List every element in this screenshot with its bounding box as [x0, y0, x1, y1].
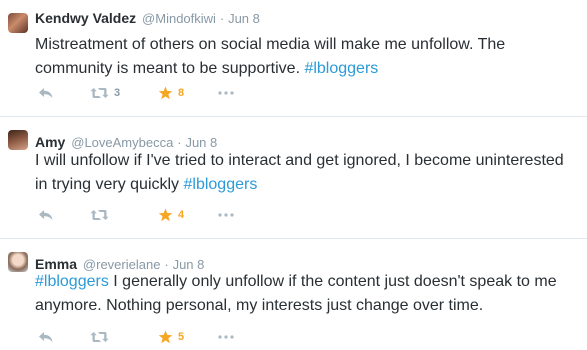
more-button[interactable]: [218, 206, 234, 224]
tweet-actions: 3 8: [38, 84, 298, 102]
reply-arrow-icon: [39, 88, 53, 98]
avatar[interactable]: [8, 130, 28, 150]
tweet-text-after: I generally only unfollow if the content…: [35, 273, 557, 314]
favorite-count: 8: [178, 87, 185, 99]
separator: ·: [219, 11, 225, 26]
favorite-count: 5: [178, 331, 185, 343]
reply-button[interactable]: [38, 206, 54, 224]
tweet-header: Kendwy Valdez @Mindofkiwi · Jun 8: [35, 9, 260, 28]
more-dots-icon: [218, 335, 234, 339]
more-button[interactable]: [218, 328, 234, 346]
retweet-icon: [90, 210, 109, 220]
retweet-button[interactable]: [90, 328, 114, 346]
tweet-item[interactable]: Kendwy Valdez @Mindofkiwi · Jun 8 Mistre…: [0, 0, 587, 117]
tweet-actions: 4: [38, 206, 298, 224]
favorite-button[interactable]: 8: [158, 84, 184, 102]
star-icon: [158, 330, 173, 344]
favorite-count: 4: [178, 209, 185, 221]
display-name[interactable]: Kendwy Valdez: [35, 10, 136, 26]
tweet-text: I will unfollow if I've tried to interac…: [35, 149, 580, 197]
tweet-text-before: Mistreatment of others on social media w…: [35, 36, 506, 77]
tweet-date[interactable]: Jun 8: [228, 11, 260, 26]
hashtag-link[interactable]: #lbloggers: [35, 273, 109, 290]
more-dots-icon: [218, 213, 234, 217]
tweet-text: Mistreatment of others on social media w…: [35, 33, 580, 81]
reply-button[interactable]: [38, 328, 54, 346]
retweet-button[interactable]: [90, 206, 114, 224]
star-icon: [158, 208, 173, 222]
retweet-count: 3: [114, 87, 121, 99]
retweet-icon: [90, 332, 109, 342]
retweet-button[interactable]: 3: [90, 84, 120, 102]
avatar[interactable]: [8, 252, 28, 272]
tweet-item[interactable]: Amy @LoveAmybecca · Jun 8 I will unfollo…: [0, 117, 587, 239]
more-dots-icon: [218, 91, 234, 95]
hashtag-link[interactable]: #lbloggers: [184, 176, 258, 193]
reply-arrow-icon: [39, 210, 53, 220]
avatar[interactable]: [8, 13, 28, 33]
tweet-item[interactable]: Emma @reverielane · Jun 8 #lbloggers I g…: [0, 239, 587, 350]
reply-arrow-icon: [39, 332, 53, 342]
favorite-button[interactable]: 5: [158, 328, 184, 346]
favorite-button[interactable]: 4: [158, 206, 184, 224]
star-icon: [158, 86, 173, 100]
hashtag-link[interactable]: #lbloggers: [304, 60, 378, 77]
tweet-timeline: Kendwy Valdez @Mindofkiwi · Jun 8 Mistre…: [0, 0, 587, 350]
tweet-date[interactable]: Jun 8: [185, 135, 217, 150]
tweet-text-before: I will unfollow if I've tried to interac…: [35, 152, 564, 193]
reply-button[interactable]: [38, 84, 54, 102]
user-handle[interactable]: @LoveAmybecca: [71, 135, 173, 150]
more-button[interactable]: [218, 84, 234, 102]
tweet-text: #lbloggers I generally only unfollow if …: [35, 270, 580, 318]
retweet-icon: [90, 88, 109, 98]
separator: ·: [177, 135, 182, 150]
user-handle[interactable]: @Mindofkiwi: [142, 11, 216, 26]
display-name[interactable]: Amy: [35, 134, 65, 150]
tweet-actions: 5: [38, 328, 298, 346]
